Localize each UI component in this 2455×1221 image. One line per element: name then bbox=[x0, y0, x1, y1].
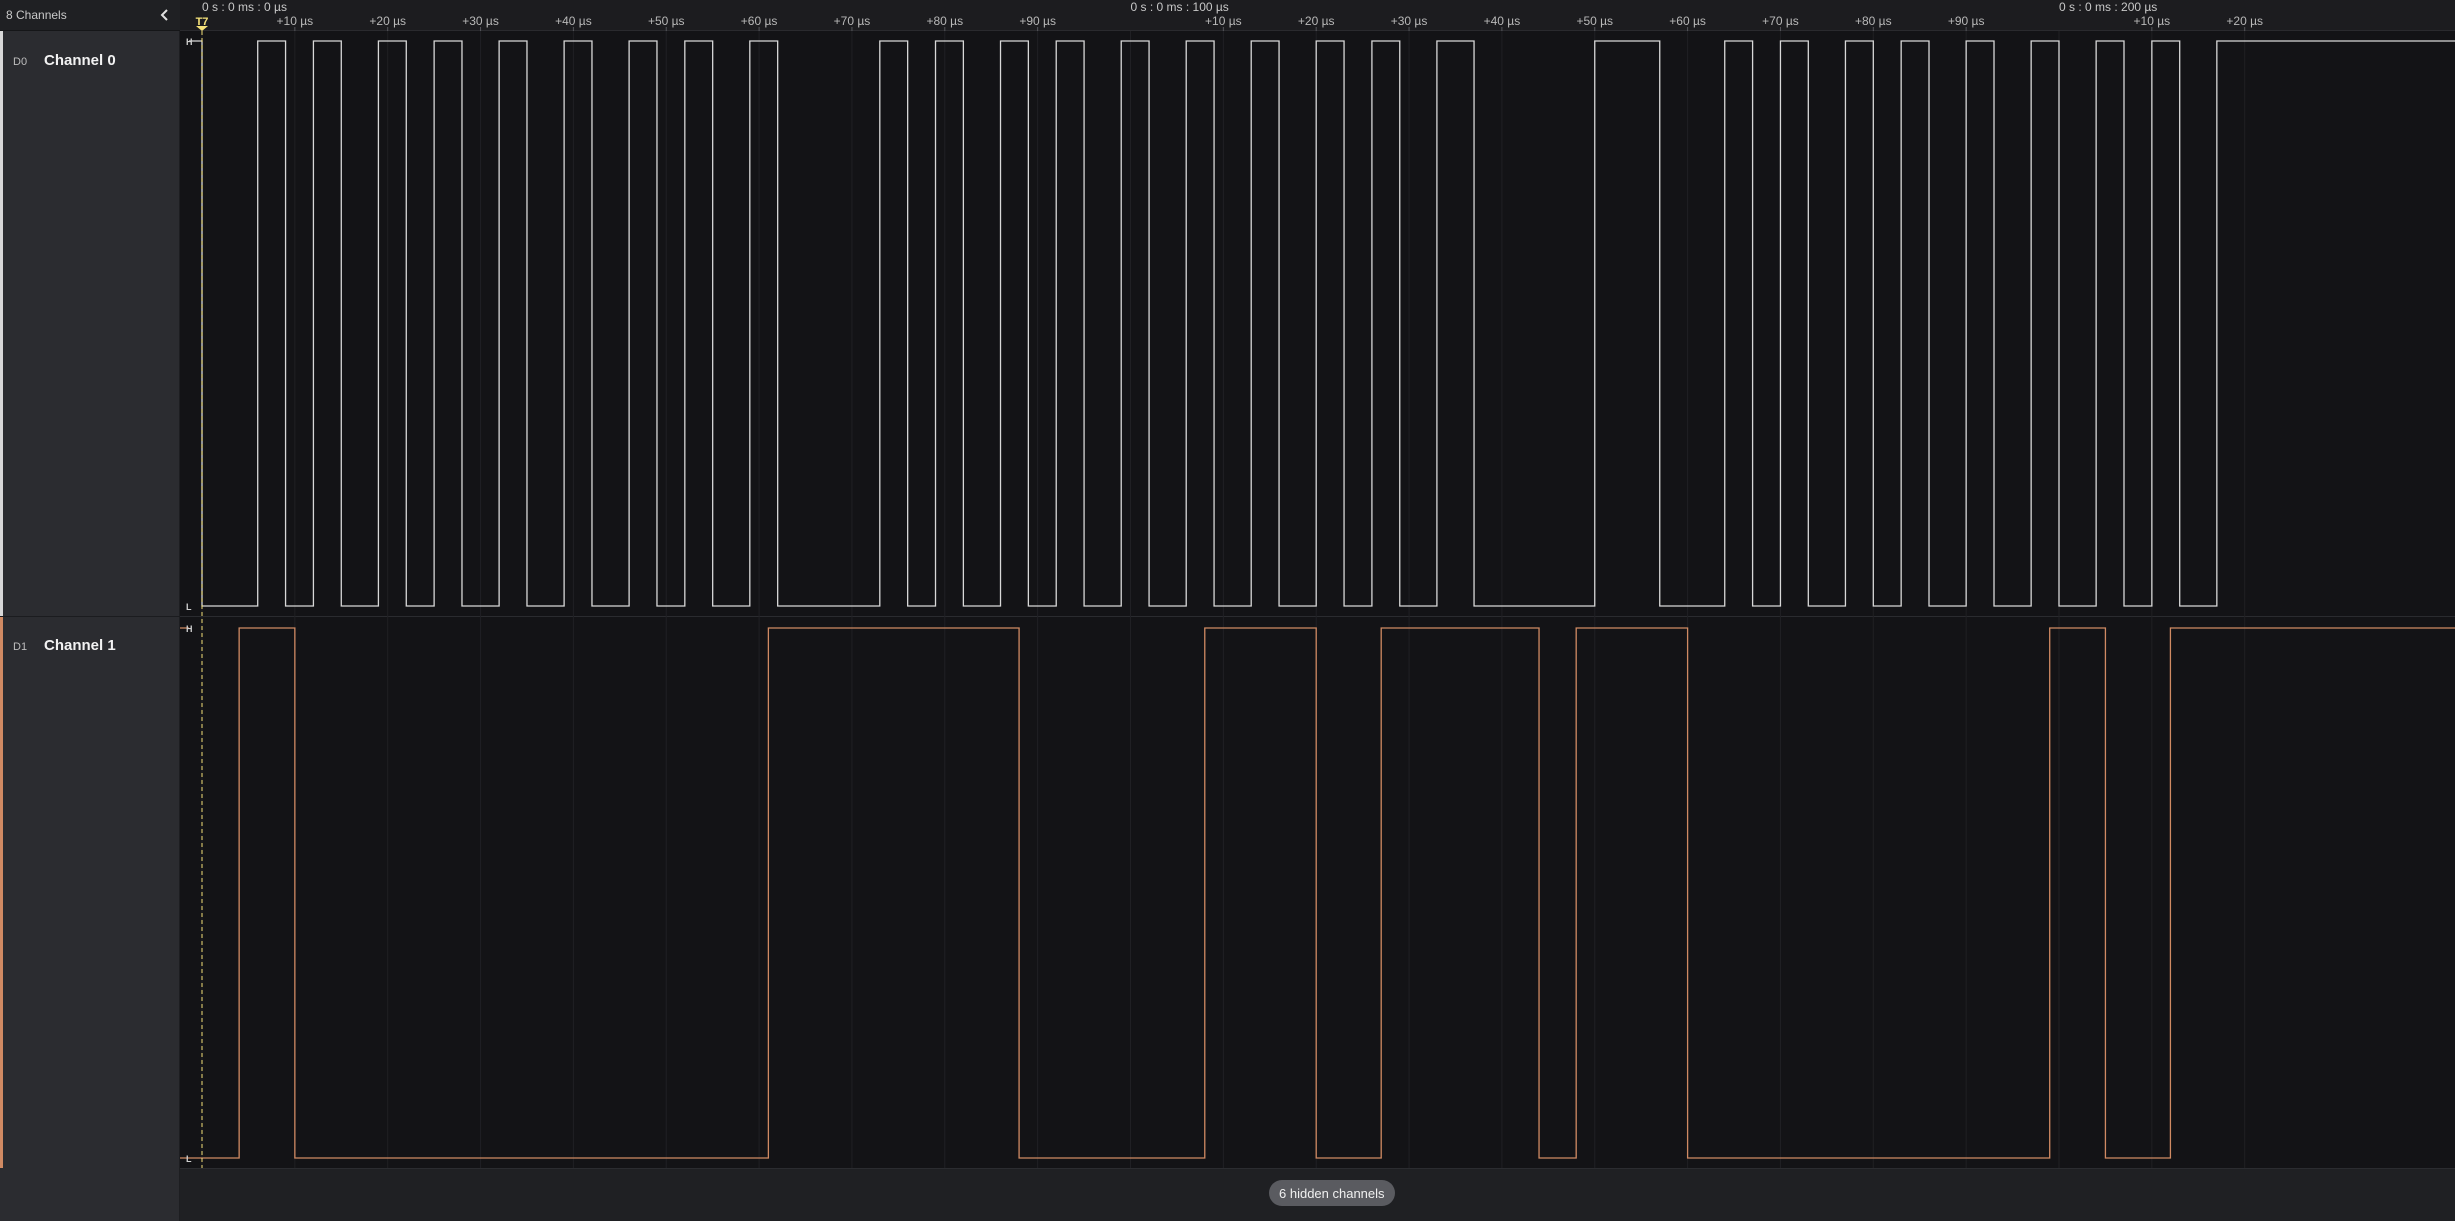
sidebar-header: 8 Channels bbox=[0, 0, 180, 31]
ruler-tick-label: +70 µs bbox=[834, 14, 871, 28]
hidden-channels-button[interactable]: 6 hidden channels bbox=[1269, 1180, 1395, 1206]
collapse-sidebar-button[interactable] bbox=[154, 3, 176, 27]
ruler-tick-label: +20 µs bbox=[1298, 14, 1335, 28]
ruler-tick-label: +20 µs bbox=[369, 14, 406, 28]
ruler-tick-label: +80 µs bbox=[926, 14, 963, 28]
ruler-tick-label: +40 µs bbox=[1484, 14, 1521, 28]
ruler-absolute-label: 0 s : 0 ms : 100 µs bbox=[1131, 0, 1229, 14]
channel-row-d0[interactable]: D0 Channel 0 bbox=[0, 31, 180, 616]
ruler-tick-label: +20 µs bbox=[2226, 14, 2263, 28]
channel-color-stripe bbox=[0, 31, 3, 616]
chevron-left-icon bbox=[160, 9, 168, 21]
channel-name-label[interactable]: Channel 1 bbox=[44, 637, 116, 654]
ruler-tick-label: +60 µs bbox=[1669, 14, 1706, 28]
ruler-tick-label: +50 µs bbox=[1576, 14, 1613, 28]
channel-id-label: D0 bbox=[13, 56, 28, 68]
ruler-tick-label: +10 µs bbox=[2134, 14, 2171, 28]
channel-1-lane bbox=[180, 617, 2455, 1168]
ruler-tick-label: +10 µs bbox=[1205, 14, 1242, 28]
ruler-tick-label: +30 µs bbox=[1391, 14, 1428, 28]
bottom-bar: 6 hidden channels bbox=[180, 1168, 2455, 1221]
level-high-label: H bbox=[186, 624, 193, 634]
ruler-tick-label: +60 µs bbox=[741, 14, 778, 28]
level-low-label: L bbox=[186, 602, 192, 612]
channel-sidebar: 8 Channels D0 Channel 0 D1 Channel 1 bbox=[0, 0, 180, 1221]
ruler-tick-label: +50 µs bbox=[648, 14, 685, 28]
channel-row-d1[interactable]: D1 Channel 1 bbox=[0, 617, 180, 1168]
ruler-absolute-label: 0 s : 0 ms : 200 µs bbox=[2059, 0, 2157, 14]
waveform-svg: H L H L bbox=[180, 31, 2455, 1168]
channel-name-label[interactable]: Channel 0 bbox=[44, 52, 116, 69]
ruler-tick-label: +40 µs bbox=[555, 14, 592, 28]
channel-color-stripe bbox=[0, 617, 3, 1168]
ruler-tick-label: +90 µs bbox=[1948, 14, 1985, 28]
channel-id-label: D1 bbox=[13, 641, 28, 653]
channel-0-lane bbox=[180, 31, 2455, 616]
channels-count-title: 8 Channels bbox=[6, 8, 67, 22]
waveform-plot[interactable]: H L H L bbox=[180, 31, 2455, 1168]
ruler-tick-label: +30 µs bbox=[462, 14, 499, 28]
level-high-label: H bbox=[186, 37, 193, 47]
ruler-tick-label: +70 µs bbox=[1762, 14, 1799, 28]
ruler-tick-label: +10 µs bbox=[277, 14, 314, 28]
ruler-tick-label: +90 µs bbox=[1019, 14, 1056, 28]
ruler-tick-label: +80 µs bbox=[1855, 14, 1892, 28]
time-ruler-svg: -20 µs-10 µs+10 µs+20 µs+30 µs+40 µs+50 … bbox=[196, 0, 2263, 31]
time-ruler[interactable]: -20 µs-10 µs+10 µs+20 µs+30 µs+40 µs+50 … bbox=[180, 0, 2455, 31]
ruler-absolute-label: 0 s : 0 ms : 0 µs bbox=[202, 0, 287, 14]
level-low-label: L bbox=[186, 1154, 192, 1164]
